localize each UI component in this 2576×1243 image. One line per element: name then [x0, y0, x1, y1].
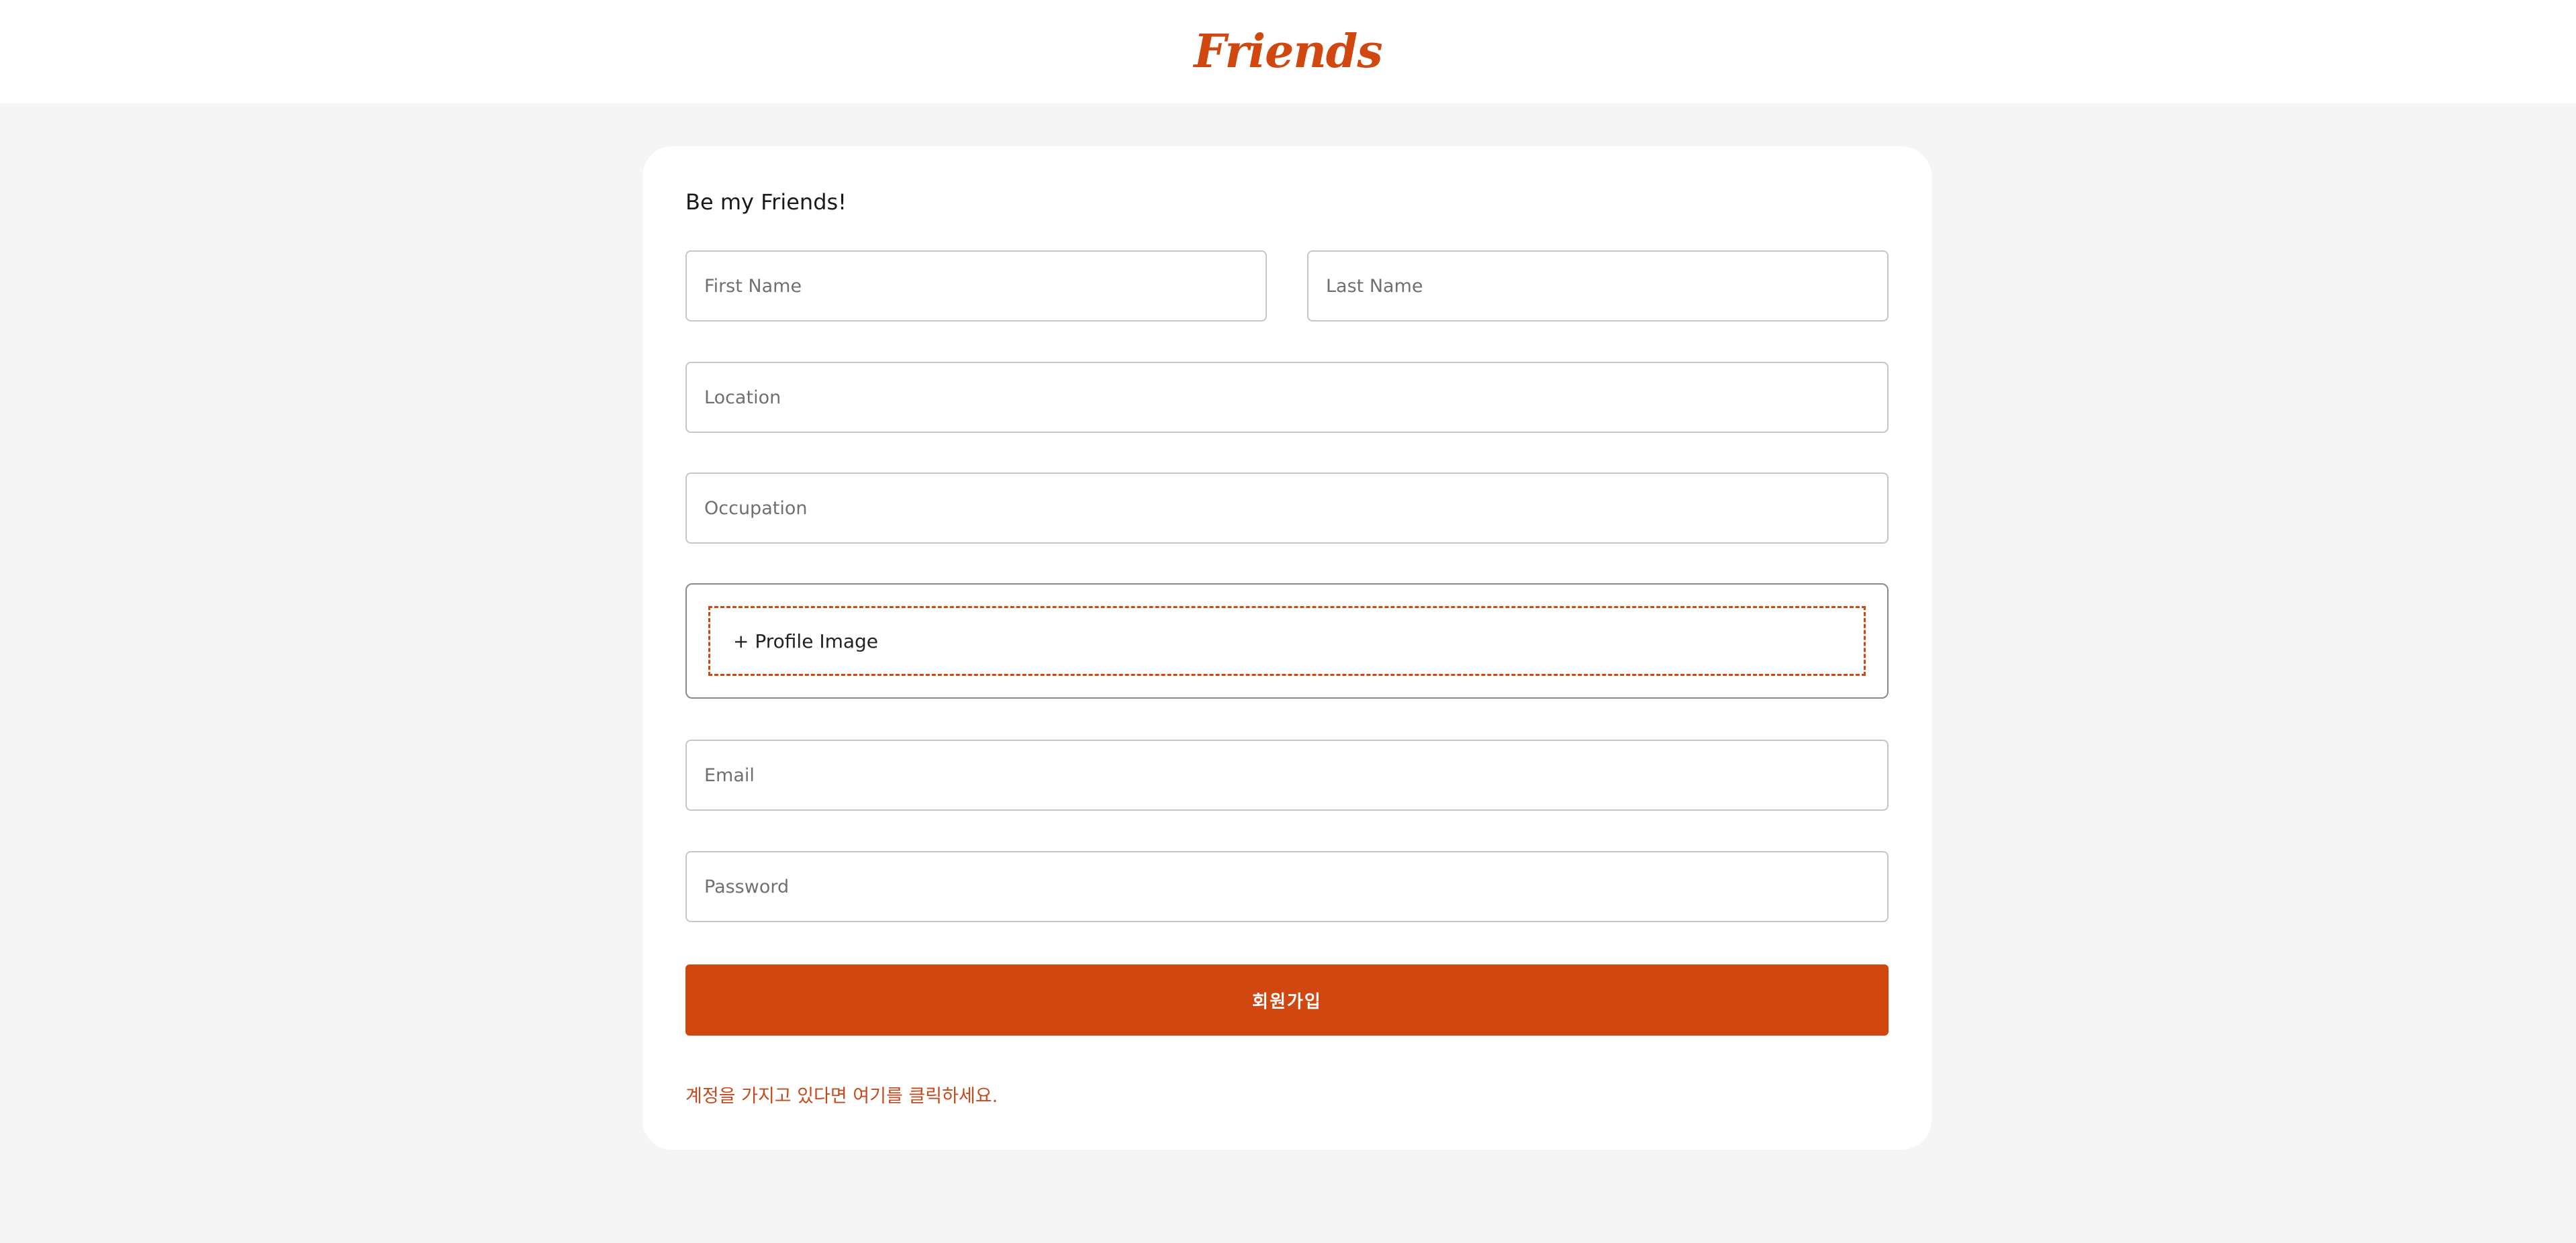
profile-image-label: + Profile Image — [733, 630, 879, 652]
password-input[interactable] — [685, 851, 1889, 922]
top-bar: Friends — [0, 0, 2576, 103]
brand-logo[interactable]: Friends — [1194, 25, 1382, 79]
login-link[interactable]: 계정을 가지고 있다면 여기를 클릭하세요. — [685, 1081, 998, 1107]
email-input[interactable] — [685, 740, 1889, 811]
first-name-input[interactable] — [685, 250, 1267, 321]
last-name-input[interactable] — [1307, 250, 1889, 321]
location-input[interactable] — [685, 362, 1889, 433]
profile-image-dropzone[interactable]: + Profile Image — [708, 606, 1866, 676]
signup-button[interactable]: 회원가입 — [685, 964, 1889, 1036]
signup-card: Be my Friends! + Profile Image 회원가입 계정을 … — [642, 146, 1931, 1150]
profile-image-field: + Profile Image — [685, 583, 1889, 699]
form-title: Be my Friends! — [685, 189, 847, 215]
occupation-input[interactable] — [685, 473, 1889, 544]
